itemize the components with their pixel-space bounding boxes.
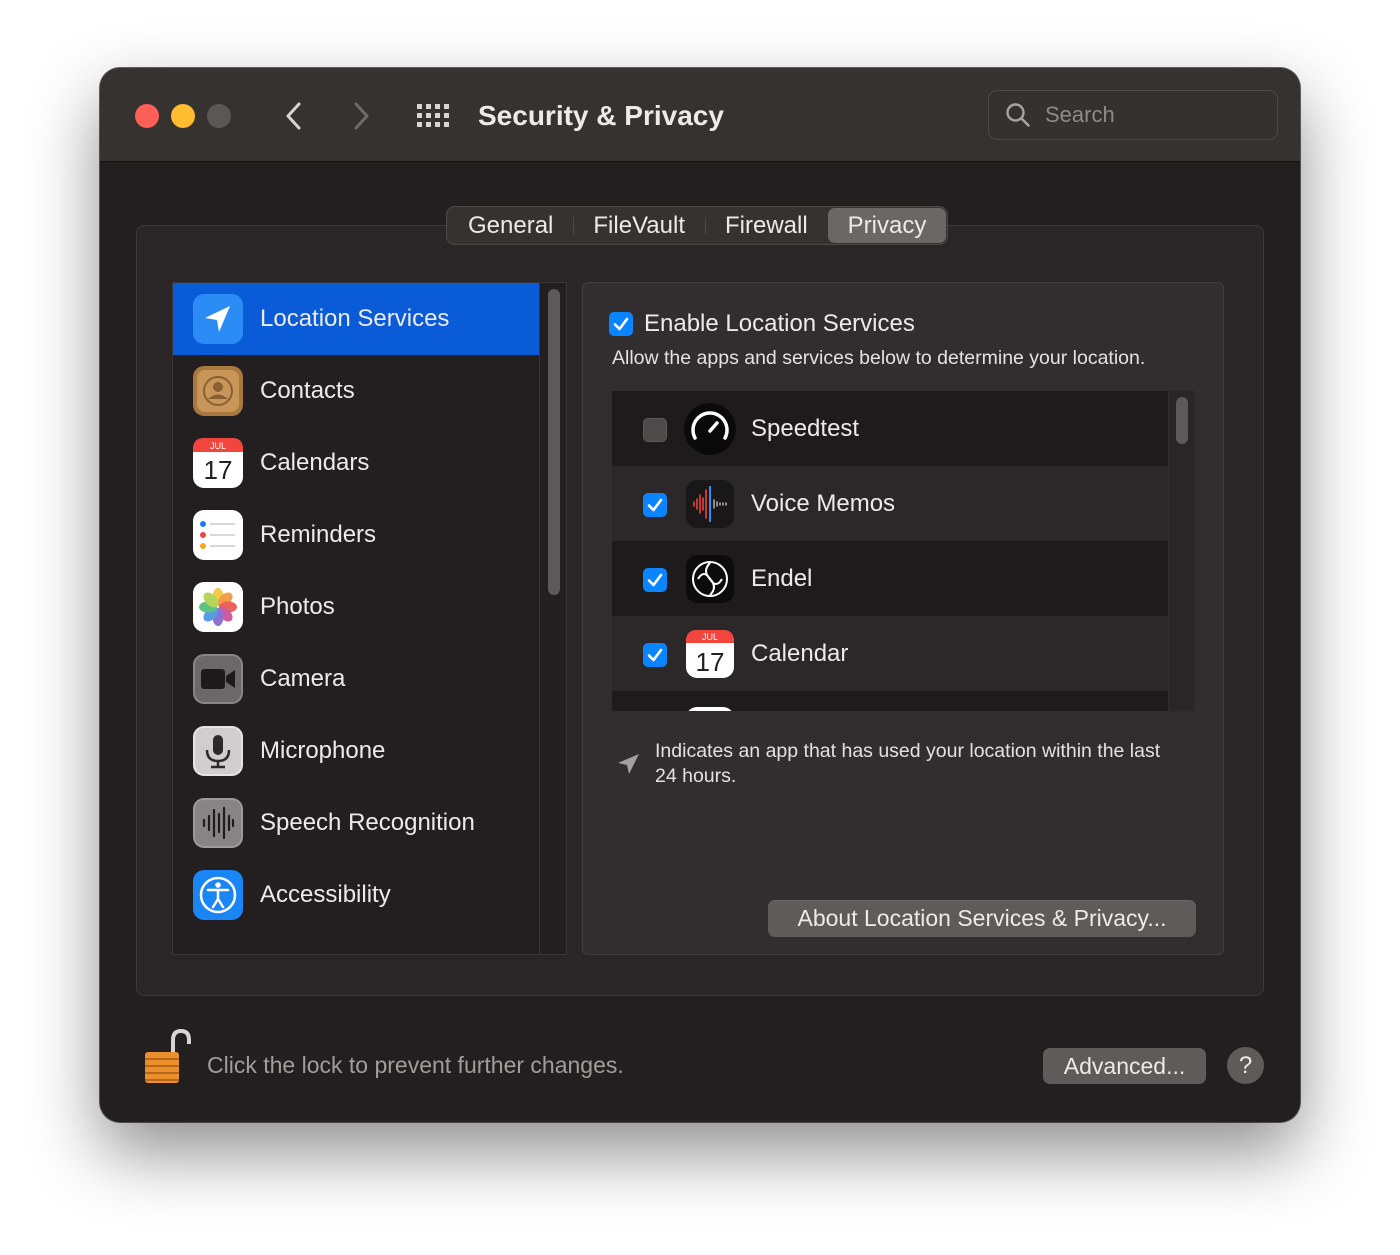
voice-memos-icon xyxy=(686,480,734,528)
window-title: Security & Privacy xyxy=(478,100,724,131)
app-checkbox-endel[interactable] xyxy=(643,568,667,592)
sidebar-scrollbar[interactable] xyxy=(539,283,566,954)
sidebar-item-photos[interactable]: Photos xyxy=(173,571,539,643)
calendar-icon: JUL 17 xyxy=(193,438,243,488)
chevron-right-icon xyxy=(354,102,369,130)
sidebar-item-microphone[interactable]: Microphone xyxy=(173,715,539,787)
list-item: JUL 17 Calendar xyxy=(612,616,1168,691)
app-label: Speedtest xyxy=(751,415,860,442)
enable-location-services-row[interactable]: Enable Location Services xyxy=(609,310,915,338)
enable-location-services-label: Enable Location Services xyxy=(644,310,915,337)
sidebar-item-label: Photos xyxy=(260,593,335,620)
checkmark-icon xyxy=(613,317,629,331)
app-icon xyxy=(688,707,732,711)
endel-icon xyxy=(686,555,734,603)
show-all-button[interactable] xyxy=(414,96,454,136)
search-field[interactable] xyxy=(988,90,1278,140)
app-label: Voice Memos xyxy=(751,490,896,517)
checkmark-icon xyxy=(647,573,663,587)
zoom-window-button[interactable] xyxy=(207,104,231,128)
list-item xyxy=(612,691,1168,711)
search-input[interactable] xyxy=(1045,102,1265,128)
location-used-legend: Indicates an app that has used your loca… xyxy=(615,739,1175,789)
tab-privacy[interactable]: Privacy xyxy=(827,208,947,243)
checkmark-icon xyxy=(647,648,663,662)
location-arrow-icon xyxy=(193,294,243,344)
minimize-window-button[interactable] xyxy=(171,104,195,128)
close-window-button[interactable] xyxy=(135,104,159,128)
app-list: Speedtest Voice Memos Endel JUL 17 Calen… xyxy=(611,390,1195,712)
app-checkbox-speedtest[interactable] xyxy=(643,418,667,442)
sidebar-item-accessibility[interactable]: Accessibility xyxy=(173,859,539,931)
accessibility-icon xyxy=(193,870,243,920)
sidebar-item-label: Calendars xyxy=(260,449,370,476)
location-description: Allow the apps and services below to det… xyxy=(612,347,1146,369)
camera-icon xyxy=(193,654,243,704)
sidebar-item-contacts[interactable]: Contacts xyxy=(173,355,539,427)
list-item: Endel xyxy=(612,541,1168,616)
sidebar-item-camera[interactable]: Camera xyxy=(173,643,539,715)
app-label: Calendar xyxy=(751,640,849,667)
legend-text: Indicates an app that has used your loca… xyxy=(655,740,1161,787)
microphone-icon xyxy=(193,726,243,776)
grid-icon xyxy=(417,104,449,127)
app-list-scrollbar[interactable] xyxy=(1168,391,1194,711)
calendar-day-text: 17 xyxy=(696,647,725,677)
sidebar-item-label: Camera xyxy=(260,665,346,692)
lock-status-text: Click the lock to prevent further change… xyxy=(207,1052,624,1078)
app-label: Endel xyxy=(751,565,813,592)
forward-button[interactable] xyxy=(341,96,381,136)
app-list-scrollbar-thumb[interactable] xyxy=(1176,397,1188,444)
app-checkbox-calendar[interactable] xyxy=(643,643,667,667)
privacy-category-list: Location Services Contacts JUL 17 Calend… xyxy=(172,282,567,955)
tab-bar: General FileVault Firewall Privacy xyxy=(446,206,949,245)
sidebar-item-label: Accessibility xyxy=(260,881,391,908)
sidebar-item-label: Reminders xyxy=(260,521,377,548)
app-checkbox-voice-memos[interactable] xyxy=(643,493,667,517)
sidebar-item-label: Contacts xyxy=(260,377,355,404)
calendar-month-text: JUL xyxy=(210,441,226,451)
reminders-icon xyxy=(193,510,243,560)
sidebar-scrollbar-thumb[interactable] xyxy=(548,289,560,595)
checkmark-icon xyxy=(647,498,663,512)
sidebar-item-reminders[interactable]: Reminders xyxy=(173,499,539,571)
list-item: Speedtest xyxy=(612,391,1168,466)
help-button[interactable]: ? xyxy=(1227,1047,1264,1084)
calendar-icon: JUL 17 xyxy=(686,630,734,678)
preferences-window: Security & Privacy General FileVault Fir… xyxy=(100,68,1300,1122)
back-button[interactable] xyxy=(274,96,314,136)
search-icon xyxy=(1005,101,1033,129)
location-services-panel: Enable Location Services Allow the apps … xyxy=(582,282,1224,955)
lock-open-icon[interactable] xyxy=(143,1028,193,1088)
chevron-left-icon xyxy=(286,102,301,130)
advanced-button[interactable]: Advanced... xyxy=(1043,1048,1206,1084)
list-item: Voice Memos xyxy=(612,466,1168,541)
sidebar-item-location-services[interactable]: Location Services xyxy=(173,283,539,355)
calendar-day-text: 17 xyxy=(204,455,233,485)
sidebar-item-calendars[interactable]: JUL 17 Calendars xyxy=(173,427,539,499)
contacts-icon xyxy=(193,366,243,416)
tab-firewall[interactable]: Firewall xyxy=(704,208,828,243)
sidebar-item-speech-recognition[interactable]: Speech Recognition xyxy=(173,787,539,859)
enable-location-services-checkbox[interactable] xyxy=(609,312,633,336)
speedtest-icon xyxy=(684,403,736,455)
tab-general[interactable]: General xyxy=(448,208,573,243)
about-location-services-button[interactable]: About Location Services & Privacy... xyxy=(768,900,1196,937)
title-bar: Security & Privacy xyxy=(100,68,1300,162)
location-arrow-icon xyxy=(618,754,639,774)
tab-filevault[interactable]: FileVault xyxy=(573,208,705,243)
calendar-month-text: JUL xyxy=(702,632,718,642)
sidebar-item-label: Speech Recognition xyxy=(260,809,475,836)
waveform-icon xyxy=(193,798,243,848)
sidebar-item-label: Location Services xyxy=(260,305,450,332)
photos-icon xyxy=(193,582,243,632)
sidebar-item-label: Microphone xyxy=(260,737,386,764)
